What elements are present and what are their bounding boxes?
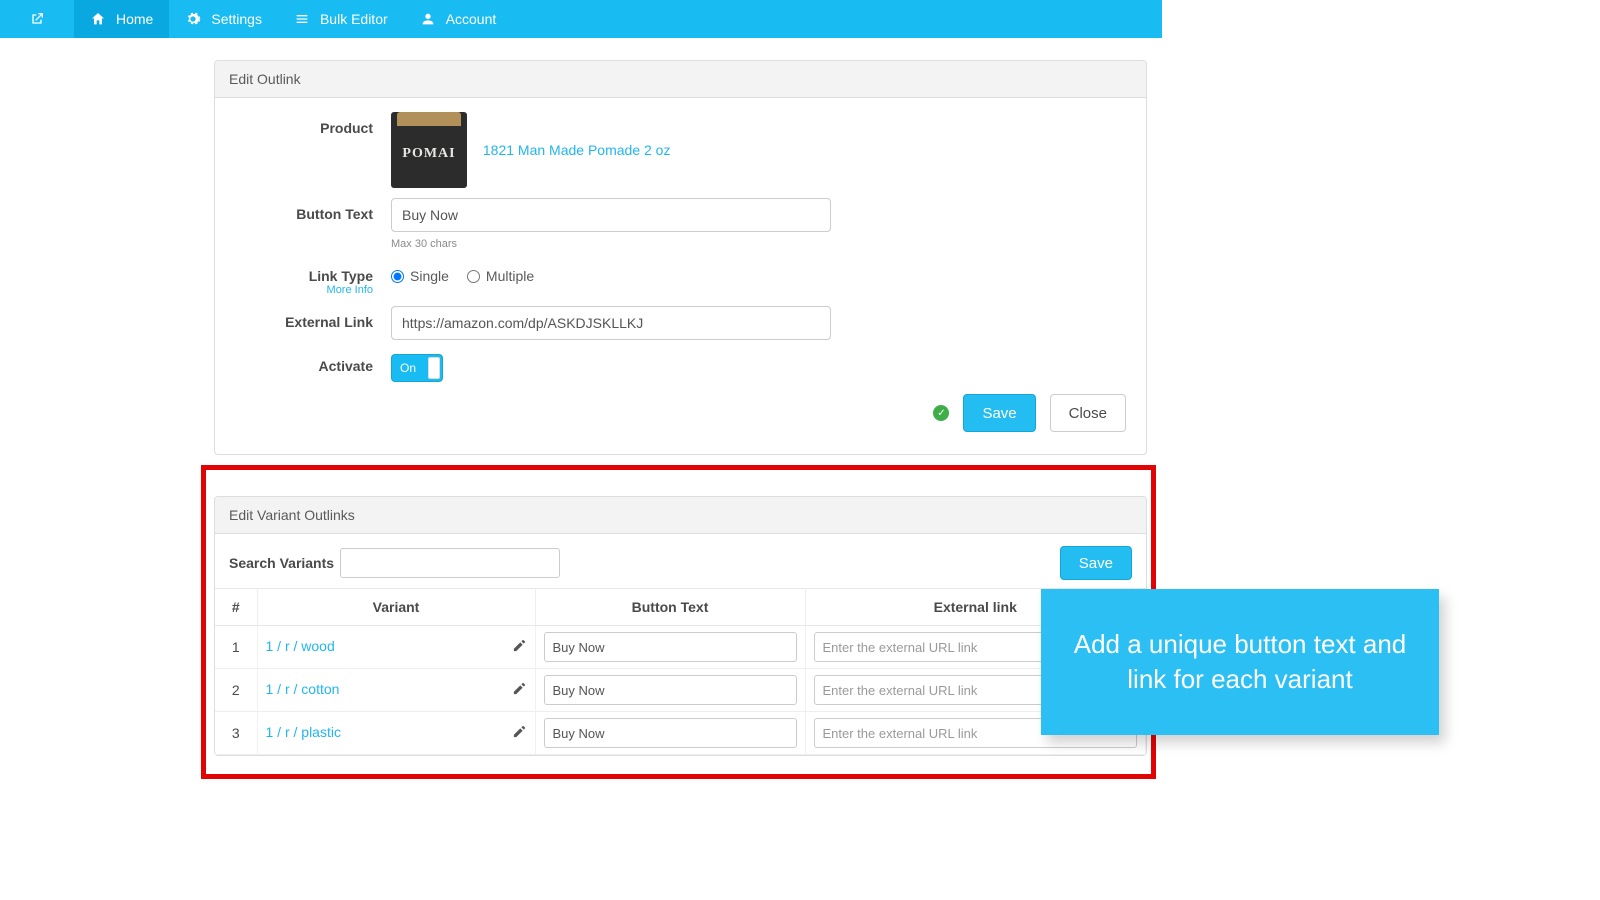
button-text-input[interactable]: [391, 198, 831, 232]
row-num: 1: [215, 626, 257, 669]
variant-link[interactable]: 1 / r / wood: [266, 638, 335, 654]
row-button-text-input[interactable]: [544, 675, 797, 705]
close-button[interactable]: Close: [1050, 394, 1126, 432]
save-button[interactable]: Save: [963, 394, 1035, 432]
label-external-link: External Link: [231, 306, 391, 330]
col-num: #: [215, 589, 257, 626]
button-text-hint: Max 30 chars: [391, 238, 831, 250]
edit-icon[interactable]: [512, 638, 527, 656]
edit-icon[interactable]: [512, 681, 527, 699]
external-link-input[interactable]: [391, 306, 831, 340]
variants-table: # Variant Button Text External link 11 /…: [215, 588, 1146, 755]
list-icon: [294, 11, 310, 27]
search-variants-input[interactable]: [340, 548, 560, 578]
col-variant: Variant: [257, 589, 535, 626]
edit-icon[interactable]: [512, 724, 527, 742]
search-variants-label: Search Variants: [229, 555, 334, 571]
nav-account[interactable]: Account: [404, 0, 513, 38]
nav-home[interactable]: Home: [74, 0, 169, 38]
product-thumbnail: POMAI: [391, 112, 467, 188]
variant-link[interactable]: 1 / r / cotton: [266, 681, 340, 697]
edit-outlink-title: Edit Outlink: [215, 61, 1146, 98]
col-button-text: Button Text: [535, 589, 805, 626]
nav-settings[interactable]: Settings: [169, 0, 278, 38]
table-row: 2 1 / r / cotton: [215, 669, 1146, 712]
nav-settings-label: Settings: [211, 11, 262, 27]
label-activate: Activate: [231, 350, 391, 374]
radio-single[interactable]: Single: [391, 268, 449, 284]
row-button-text-input[interactable]: [544, 632, 797, 662]
home-icon: [90, 11, 106, 27]
product-link[interactable]: 1821 Man Made Pomade 2 oz: [483, 142, 671, 158]
label-button-text: Button Text: [231, 198, 391, 222]
variants-save-button[interactable]: Save: [1060, 546, 1132, 580]
table-row: 1 1 / r / wood: [215, 626, 1146, 669]
external-link-icon: [29, 11, 45, 27]
nav-bulk-label: Bulk Editor: [320, 11, 388, 27]
label-product: Product: [231, 112, 391, 136]
nav-bulk-editor[interactable]: Bulk Editor: [278, 0, 404, 38]
row-num: 2: [215, 669, 257, 712]
link-type-more-info[interactable]: More Info: [231, 284, 391, 296]
brand-logo[interactable]: [0, 0, 74, 38]
user-icon: [420, 11, 436, 27]
top-nav: Home Settings Bulk Editor Account: [0, 0, 1162, 38]
radio-multiple[interactable]: Multiple: [467, 268, 534, 284]
table-row: 3 1 / r / plastic: [215, 712, 1146, 755]
check-circle-icon: ✓: [933, 405, 949, 421]
edit-variant-outlinks-title: Edit Variant Outlinks: [215, 497, 1146, 534]
edit-variant-outlinks-panel: Edit Variant Outlinks Search Variants Sa…: [214, 496, 1147, 756]
row-button-text-input[interactable]: [544, 718, 797, 748]
radio-multiple-input[interactable]: [467, 270, 480, 283]
row-num: 3: [215, 712, 257, 755]
nav-home-label: Home: [116, 11, 153, 27]
gear-icon: [185, 11, 201, 27]
nav-account-label: Account: [446, 11, 497, 27]
edit-outlink-panel: Edit Outlink Product POMAI 1821 Man Made…: [214, 60, 1147, 455]
radio-single-input[interactable]: [391, 270, 404, 283]
label-link-type: Link Type: [231, 260, 391, 284]
callout-tip: Add a unique button text and link for ea…: [1041, 589, 1439, 735]
variant-link[interactable]: 1 / r / plastic: [266, 724, 341, 740]
activate-toggle[interactable]: On: [391, 354, 443, 382]
